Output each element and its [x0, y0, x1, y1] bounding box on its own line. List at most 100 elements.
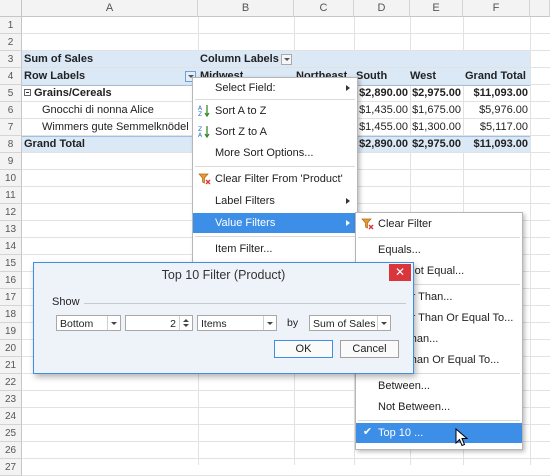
- group-row-grains[interactable]: Grains/Cereals: [24, 85, 112, 102]
- row-header-6[interactable]: 6: [0, 102, 22, 119]
- svg-text:Z: Z: [198, 111, 202, 117]
- show-group-separator: [84, 303, 406, 304]
- row-header-16[interactable]: 16: [0, 272, 22, 289]
- r7-south: $1,455.00: [359, 121, 408, 133]
- submenu-equals[interactable]: Equals...: [356, 240, 522, 260]
- clear-filter-icon: [198, 172, 211, 185]
- r8-west: $2,975.00: [412, 138, 461, 150]
- chevron-down-icon: [107, 316, 120, 330]
- column-header-b[interactable]: B: [198, 0, 294, 17]
- select-all-corner[interactable]: [0, 0, 22, 17]
- pivot-item-gnocchi[interactable]: Gnocchi di nonna Alice: [42, 102, 154, 119]
- column-header-west: West: [410, 70, 437, 82]
- close-icon[interactable]: ✕: [389, 264, 411, 281]
- column-header-d[interactable]: D: [354, 0, 410, 17]
- row-header-27[interactable]: 27: [0, 459, 22, 476]
- unit-select[interactable]: Items: [197, 315, 277, 331]
- grand-total-row-label: Grand Total: [24, 138, 85, 150]
- column-header-a[interactable]: A: [22, 0, 198, 17]
- row-header-3[interactable]: 3: [0, 51, 22, 68]
- sort-ascending-icon: AZ: [198, 104, 211, 118]
- svg-text:A: A: [198, 132, 203, 138]
- spinner-arrows-icon[interactable]: [179, 316, 192, 330]
- row-header-1[interactable]: 1: [0, 17, 22, 34]
- row-header-24[interactable]: 24: [0, 408, 22, 425]
- chevron-down-icon: [263, 316, 276, 330]
- menu-select-field[interactable]: Select Field:: [193, 78, 357, 98]
- r8-south: $2,890.00: [359, 138, 408, 150]
- r8-grand: $11,093.00: [473, 138, 528, 150]
- row-header-4[interactable]: 4: [0, 68, 22, 85]
- direction-select[interactable]: Bottom: [56, 315, 121, 331]
- cancel-button[interactable]: Cancel: [340, 340, 399, 358]
- count-spinner[interactable]: 2: [125, 315, 193, 331]
- ok-button[interactable]: OK: [274, 340, 333, 358]
- chevron-down-icon: [377, 316, 390, 330]
- mouse-cursor-icon: [455, 427, 469, 448]
- context-menu: Select Field: AZ Sort A to Z ZA Sort Z t…: [192, 77, 358, 263]
- gridline: [22, 50, 550, 51]
- column-header-blank: [530, 0, 550, 17]
- top10-filter-dialog: Top 10 Filter (Product) ✕ Show Bottom 2 …: [33, 262, 414, 374]
- row-header-11[interactable]: 11: [0, 187, 22, 204]
- by-label: by: [287, 317, 299, 329]
- submenu-arrow-icon: [346, 85, 350, 91]
- row-header-19[interactable]: 19: [0, 323, 22, 340]
- gridline: [22, 458, 550, 459]
- column-labels-header[interactable]: Column Labels: [200, 51, 279, 68]
- row-labels-header[interactable]: Row Labels: [24, 68, 85, 85]
- submenu-not-between[interactable]: Not Between...: [356, 397, 522, 417]
- row-header-22[interactable]: 22: [0, 374, 22, 391]
- row-header-7[interactable]: 7: [0, 119, 22, 136]
- r6-grand: $5,976.00: [479, 104, 528, 116]
- row-header-2[interactable]: 2: [0, 34, 22, 51]
- row-header-18[interactable]: 18: [0, 306, 22, 323]
- menu-item-filter[interactable]: Item Filter...: [193, 239, 357, 259]
- column-header-c[interactable]: C: [294, 0, 354, 17]
- row-header-21[interactable]: 21: [0, 357, 22, 374]
- dialog-title: Top 10 Filter (Product): [161, 268, 286, 282]
- menu-clear-filter[interactable]: Clear Filter From 'Product': [193, 169, 357, 189]
- show-group-label: Show: [52, 296, 80, 308]
- clear-filter-icon: [361, 217, 374, 230]
- submenu-between[interactable]: Between...: [356, 376, 522, 396]
- row-header-15[interactable]: 15: [0, 255, 22, 272]
- r5-grand: $11,093.00: [473, 87, 528, 99]
- pivot-item-wimmers[interactable]: Wimmers gute Semmelknödel: [42, 119, 192, 136]
- submenu-top-10[interactable]: ✔ Top 10 ...: [356, 423, 522, 443]
- row-header-23[interactable]: 23: [0, 391, 22, 408]
- menu-sort-a-z[interactable]: AZ Sort A to Z: [193, 101, 357, 121]
- row-header-25[interactable]: 25: [0, 425, 22, 442]
- row-header-8[interactable]: 8: [0, 136, 22, 153]
- column-header-e[interactable]: E: [410, 0, 463, 17]
- sort-field-select[interactable]: Sum of Sales: [309, 315, 391, 331]
- row-header-14[interactable]: 14: [0, 238, 22, 255]
- checkmark-icon: ✔: [362, 426, 373, 438]
- r5-west: $2,975.00: [412, 87, 461, 99]
- r7-west: $1,300.00: [412, 121, 461, 133]
- collapse-icon[interactable]: [24, 89, 31, 96]
- row-header-9[interactable]: 9: [0, 153, 22, 170]
- row-header-26[interactable]: 26: [0, 442, 22, 459]
- sum-of-sales-label[interactable]: Sum of Sales: [24, 51, 93, 68]
- column-header-grand-total: Grand Total: [465, 70, 526, 82]
- row-header-12[interactable]: 12: [0, 204, 22, 221]
- column-labels-dropdown[interactable]: [281, 54, 292, 65]
- column-header-south: South: [356, 70, 388, 82]
- r7-grand: $5,117.00: [479, 121, 528, 133]
- menu-value-filters[interactable]: Value Filters: [193, 213, 357, 233]
- submenu-clear-filter[interactable]: Clear Filter: [356, 214, 522, 234]
- row-header-10[interactable]: 10: [0, 170, 22, 187]
- row-header-20[interactable]: 20: [0, 340, 22, 357]
- row-header-5[interactable]: 5: [0, 85, 22, 102]
- submenu-arrow-icon: [346, 220, 350, 226]
- row-header-17[interactable]: 17: [0, 289, 22, 306]
- column-header-f[interactable]: F: [463, 0, 530, 17]
- r6-west: $1,675.00: [412, 104, 461, 116]
- menu-more-sort-options[interactable]: More Sort Options...: [193, 143, 357, 163]
- row-header-13[interactable]: 13: [0, 221, 22, 238]
- menu-label-filters[interactable]: Label Filters: [193, 191, 357, 211]
- menu-sort-z-a[interactable]: ZA Sort Z to A: [193, 122, 357, 142]
- gridline: [22, 33, 550, 34]
- sort-descending-icon: ZA: [198, 125, 211, 139]
